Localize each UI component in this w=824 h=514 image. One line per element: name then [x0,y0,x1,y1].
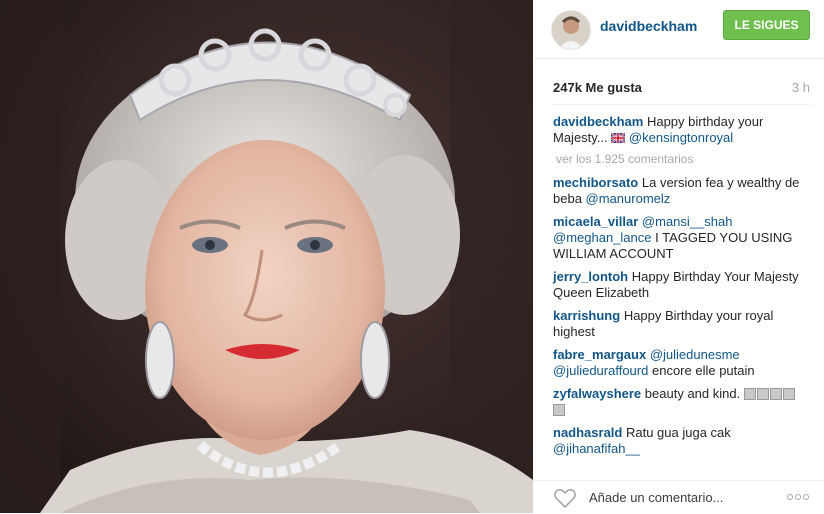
comment-item: karrishung Happy Birthday your royal hig… [553,308,803,340]
comment-item: zyfalwayshere beauty and kind. [553,386,803,418]
comment-text: encore elle putain [651,363,755,378]
post-header: davidbeckham LE SIGUES [533,0,824,59]
comment-item: jerry_lontoh Happy Birthday Your Majesty… [553,269,803,301]
comment-username[interactable]: fabre_margaux [553,347,646,362]
avatar-icon [552,11,590,49]
comment-item: mechiborsato La version fea y wealthy de… [553,175,803,207]
profile-avatar[interactable] [551,10,591,50]
comment-mention-link[interactable]: @jihanafifah__ [553,441,640,456]
comment-mention-link[interactable]: @meghan_lance [553,230,651,245]
divider [551,104,810,105]
add-comment-input[interactable]: Añade un comentario... [589,490,723,505]
emoji-icon [553,404,565,416]
comment-username[interactable]: jerry_lontoh [553,269,628,284]
emoji-icon [743,388,756,400]
view-all-comments-link[interactable]: ver los 1.925 comentarios [556,152,803,166]
comment-username[interactable]: mechiborsato [553,175,638,190]
comment-username[interactable]: karrishung [553,308,620,323]
emoji-icon [756,388,769,400]
comment-item: nadhasrald Ratu gua juga cak @jihanafifa… [553,425,803,457]
comment-mention-link[interactable]: @julieduraffourd [553,363,648,378]
post-username-link[interactable]: davidbeckham [600,18,697,34]
caption: davidbeckham Happy birthday your Majesty… [553,114,803,146]
post-details-panel: davidbeckham LE SIGUES 247k Me gusta 3 h… [533,0,824,513]
comment-bar: Añade un comentario... [533,480,824,514]
comment-username[interactable]: nadhasrald [553,425,622,440]
instagram-post: davidbeckham LE SIGUES 247k Me gusta 3 h… [0,0,824,513]
comments-list: davidbeckham Happy birthday your Majesty… [553,114,803,464]
more-options-icon[interactable] [786,493,810,501]
emoji-icon [769,388,782,400]
caption-username[interactable]: davidbeckham [553,114,643,129]
comment-username[interactable]: micaela_villar [553,214,638,229]
comment-username[interactable]: zyfalwayshere [553,386,641,401]
comment-text: beauty and kind. [644,386,741,401]
uk-flag-emoji-icon [611,133,626,143]
post-timestamp[interactable]: 3 h [792,80,810,95]
emoji-icon [782,388,795,400]
following-button[interactable]: LE SIGUES [723,10,810,40]
comment-mention-link[interactable]: @manuromelz [586,191,671,206]
heart-icon[interactable] [553,487,577,509]
comment-item: micaela_villar @mansi__shah @meghan_lanc… [553,214,803,262]
comment-item: fabre_margaux @juliedunesme @julieduraff… [553,347,803,379]
like-count[interactable]: 247k Me gusta [553,80,642,95]
comment-mention-link[interactable]: @juliedunesme [650,347,740,362]
post-photo[interactable] [0,0,533,513]
queen-portrait-image [0,0,533,513]
caption-mention-link[interactable]: @kensingtonroyal [629,130,733,145]
comment-mention-link[interactable]: @mansi__shah [642,214,733,229]
comment-text: Ratu gua juga cak [625,425,731,440]
